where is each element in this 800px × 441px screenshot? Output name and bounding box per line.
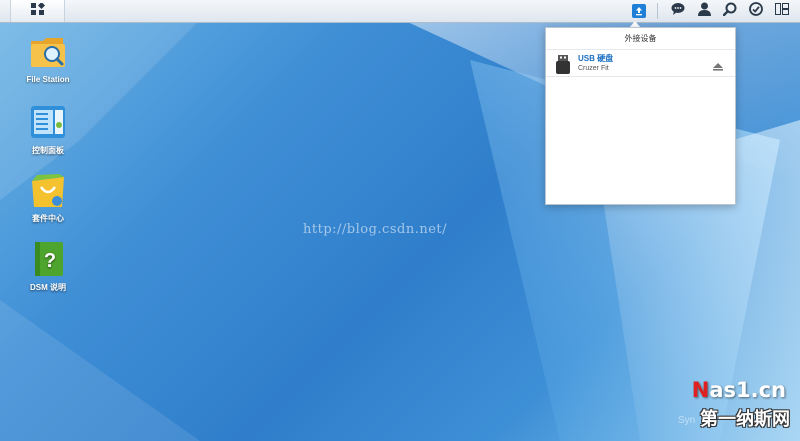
dsm-help-icon: ? (29, 240, 67, 278)
system-tray (625, 0, 794, 22)
external-device-popup: 外接设备 USB 硬盘 Cruzer Fit (545, 27, 736, 205)
brand-bottom-text: 第一纳斯网 (700, 409, 790, 429)
widget-button[interactable] (744, 0, 768, 22)
main-menu-button[interactable] (10, 0, 65, 22)
file-station-icon (29, 33, 67, 71)
package-center-icon (29, 171, 67, 209)
external-device-icon (632, 4, 646, 18)
desktop-icon-file-station[interactable]: File Station (8, 33, 88, 84)
widget-icon (749, 1, 763, 21)
desktop-layout-icon (775, 2, 789, 20)
search-icon (722, 2, 737, 21)
grid-menu-icon (30, 1, 45, 20)
brand-logo: Nas1.cn Syn 第一纳斯网 (672, 378, 800, 441)
watermark-url: http://blog.csdn.net/ (303, 222, 447, 237)
desktop-icon-label: 控制面板 (32, 146, 64, 155)
eject-icon[interactable] (713, 58, 723, 71)
device-row[interactable]: USB 硬盘 Cruzer Fit (546, 50, 735, 77)
control-panel-icon (29, 103, 67, 141)
popup-title: 外接设备 (546, 28, 735, 50)
device-info: USB 硬盘 Cruzer Fit (578, 54, 613, 73)
external-device-button[interactable] (627, 0, 651, 22)
desktop-icon-control-panel[interactable]: 控制面板 (8, 103, 88, 156)
user-icon (697, 2, 711, 21)
desktop-icon-package-center[interactable]: 套件中心 (8, 171, 88, 224)
brand-faint-text: Syn (678, 415, 696, 426)
notification-icon (671, 2, 685, 20)
device-name: USB 硬盘 (578, 54, 614, 63)
svg-text:?: ? (44, 250, 56, 272)
brand-top-text: Nas1.cn (691, 378, 786, 402)
notification-button[interactable] (666, 0, 690, 22)
search-button[interactable] (718, 0, 742, 22)
desktop-icon-label: 套件中心 (32, 214, 64, 223)
tray-separator (657, 3, 658, 19)
device-model: Cruzer Fit (578, 65, 609, 72)
desktop-icon-dsm-help[interactable]: ? DSM 说明 (8, 240, 88, 293)
desktop-icon-label: DSM 说明 (30, 283, 66, 292)
desktop-layout-button[interactable] (770, 0, 794, 22)
taskbar (0, 0, 800, 23)
usb-drive-icon (556, 55, 570, 74)
user-button[interactable] (692, 0, 716, 22)
desktop-icon-label: File Station (26, 75, 70, 84)
